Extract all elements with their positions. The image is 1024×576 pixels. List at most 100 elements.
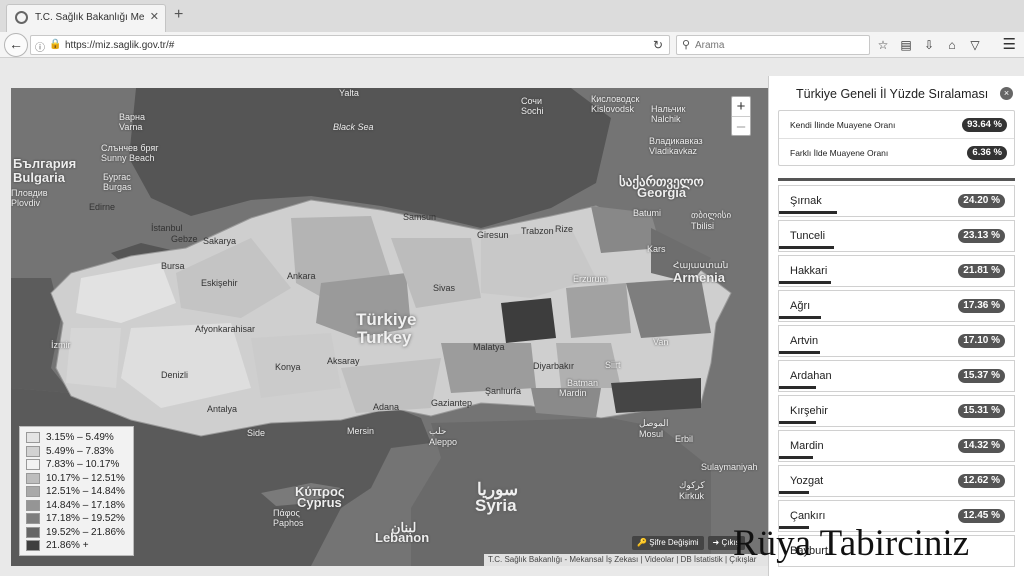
summary-label: Kendi İlinde Muayene Oranı: [790, 120, 896, 130]
legend-swatch: [26, 432, 40, 444]
map-label-sivas: Sivas: [433, 283, 456, 293]
home-icon[interactable]: ⌂: [945, 36, 959, 54]
map-label-cyprus: Cyprus: [297, 495, 342, 510]
province-rank-item[interactable]: Şırnak 24.20 %: [778, 185, 1015, 217]
province-rank-item[interactable]: Mardin 14.32 %: [778, 430, 1015, 462]
legend-label: 12.51% – 14.84%: [46, 486, 125, 498]
browser-tab-strip: T.C. Sağlık Bakanlığı Mekan... ✕ +: [0, 0, 1024, 32]
map-label-side: Side: [247, 428, 266, 438]
navigation-bar: ← ⓘ 🔒 https://miz.saglik.gov.tr/# ↻ ⚲ ☆ …: [0, 32, 1024, 58]
province-rank-item[interactable]: Ardahan 15.37 %: [778, 360, 1015, 392]
province-percent-bar: [779, 281, 831, 284]
map-label-adana: Adana: [373, 402, 400, 412]
watermark-text: Rüya Tabirciniz: [733, 523, 970, 564]
province-rank-item[interactable]: Yozgat 12.62 %: [778, 465, 1015, 497]
map-label-sulaymaniyah: Sulaymaniyah: [701, 462, 758, 472]
map-label-aleppo: حلب Aleppo: [429, 426, 458, 447]
hamburger-menu-icon[interactable]: ☰: [1003, 36, 1016, 54]
map-label-georgia: Georgia: [637, 185, 687, 200]
summary-value-badge: 93.64 %: [962, 118, 1007, 132]
province-rank-item[interactable]: Tunceli 23.13 %: [778, 220, 1015, 252]
back-button[interactable]: ←: [4, 33, 28, 57]
legend-row: 12.51% – 14.84%: [26, 485, 127, 499]
map-label-sakarya: Sakarya: [203, 236, 237, 246]
legend-row: 17.18% – 19.52%: [26, 512, 127, 526]
map-label-batman: Batman: [567, 378, 599, 388]
map-label-afyon: Afyonkarahisar: [195, 324, 256, 334]
legend-row: 5.49% – 7.83%: [26, 445, 127, 459]
province-name: Tunceli: [790, 230, 826, 242]
province-rank-item[interactable]: Artvin 17.10 %: [778, 325, 1015, 357]
province-percent-badge: 12.62 %: [958, 474, 1005, 488]
province-percent-badge: 17.10 %: [958, 334, 1005, 348]
province-rank-list: Şırnak 24.20 % Tunceli 23.13 % Hakkari 21.81 …: [778, 185, 1015, 570]
map-label-black-sea: Black Sea: [333, 122, 374, 132]
pocket-icon[interactable]: ▽: [968, 36, 982, 54]
reading-list-icon[interactable]: ▤: [899, 36, 913, 54]
province-rank-item[interactable]: Ağrı 17.36 %: [778, 290, 1015, 322]
map-label-kislovodsk: Кисловодск Kislovodsk: [591, 94, 640, 114]
panel-divider: [778, 178, 1015, 181]
map-label-batumi: Batumi: [633, 208, 662, 218]
panel-close-icon[interactable]: ×: [1000, 87, 1013, 100]
zoom-out-button[interactable]: –: [732, 116, 750, 135]
map-label-malatya: Malatya: [473, 342, 505, 352]
map-label-sanliurfa: Şanlıurfa: [485, 386, 522, 396]
province-percent-badge: 12.45 %: [958, 509, 1005, 523]
address-bar[interactable]: ⓘ 🔒 https://miz.saglik.gov.tr/# ↻: [30, 35, 670, 55]
map-label-erbil: Erbil: [675, 434, 694, 444]
summary-label: Farklı İlde Muayene Oranı: [790, 148, 889, 158]
province-rank-item[interactable]: Hakkari 21.81 %: [778, 255, 1015, 287]
reload-icon[interactable]: ↻: [653, 38, 663, 52]
panel-title: Türkiye Geneli İl Yüzde Sıralaması: [796, 87, 989, 101]
legend-row: 19.52% – 21.86%: [26, 526, 127, 540]
province-name: Ardahan: [790, 370, 832, 382]
legend-swatch: [26, 513, 40, 525]
province-percent-bar: [779, 491, 809, 494]
province-percent-badge: 21.81 %: [958, 264, 1005, 278]
map-label-armenia: Armenia: [673, 270, 726, 285]
legend-swatch: [26, 445, 40, 457]
url-text[interactable]: https://miz.saglik.gov.tr/#: [65, 40, 174, 51]
new-tab-button[interactable]: +: [174, 7, 183, 23]
map-label-eskisehir: Eskişehir: [201, 278, 238, 288]
map-label-nalchik: Нальчик Nalchik: [651, 104, 686, 124]
map-label-diyarbakir: Diyarbakır: [533, 361, 575, 371]
legend-swatch: [26, 459, 40, 471]
map-label-bulgaria-local: България: [13, 156, 77, 171]
legend-label: 10.17% – 12.51%: [46, 472, 125, 484]
ministry-favicon-icon: [15, 11, 28, 24]
map-label-bursa: Bursa: [161, 261, 185, 271]
browser-tab[interactable]: T.C. Sağlık Bakanlığı Mekan... ✕: [6, 4, 166, 32]
legend-label: 17.18% – 19.52%: [46, 513, 125, 525]
map-label-gaziantep: Gaziantep: [431, 398, 473, 408]
map-label-rize: Rize: [555, 224, 574, 234]
tab-close-icon[interactable]: ✕: [150, 10, 159, 23]
change-password-button[interactable]: 🔑 Şifre Değişimi: [632, 536, 704, 550]
map-attribution[interactable]: T.C. Sağlık Bakanlığı - Mekansal İş Zeka…: [484, 554, 768, 566]
map-label-konya: Konya: [275, 362, 301, 372]
bookmark-star-icon[interactable]: ☆: [876, 36, 890, 54]
map-label-kirkuk: كركوك Kirkuk: [679, 480, 705, 501]
province-name: Artvin: [790, 335, 819, 347]
download-icon[interactable]: ⇩: [922, 36, 936, 54]
tab-title: T.C. Sağlık Bakanlığı Mekan...: [35, 12, 145, 23]
province-percent-badge: 17.36 %: [958, 299, 1005, 313]
legend-label: 7.83% – 10.17%: [46, 459, 120, 471]
province-percent-badge: 15.31 %: [958, 404, 1005, 418]
legend-label: 3.15% – 5.49%: [46, 432, 114, 444]
map-label-aksaray: Aksaray: [327, 356, 360, 366]
legend-swatch: [26, 472, 40, 484]
legend-label: 5.49% – 7.83%: [46, 445, 114, 457]
lock-icon: 🔒: [49, 39, 62, 50]
search-box[interactable]: ⚲: [676, 35, 870, 55]
search-input[interactable]: [695, 38, 863, 53]
map-footer-buttons: 🔑 Şifre Değişimi ➜ Çıkış: [632, 536, 745, 550]
zoom-in-button[interactable]: +: [732, 97, 750, 116]
province-rank-item[interactable]: Kırşehir 15.31 %: [778, 395, 1015, 427]
legend-row: 7.83% – 10.17%: [26, 458, 127, 472]
map-label-sochi: Сочи Sochi: [521, 96, 544, 116]
legend-label: 19.52% – 21.86%: [46, 526, 125, 538]
summary-row-own-province: Kendi İlinde Muayene Oranı 93.64 %: [779, 111, 1014, 138]
info-icon[interactable]: ⓘ: [35, 39, 45, 54]
